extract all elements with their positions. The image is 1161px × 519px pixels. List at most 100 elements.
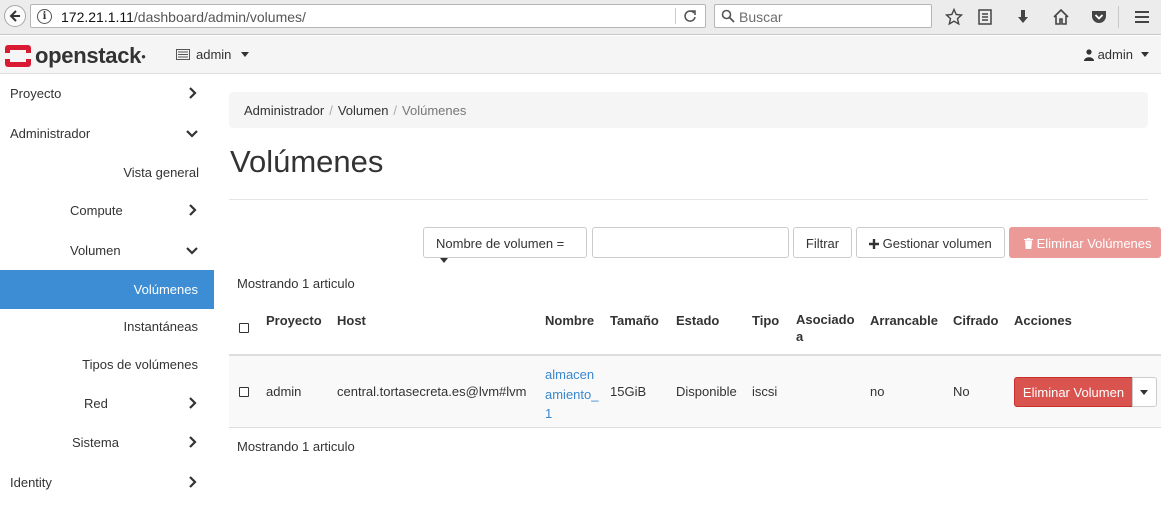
- address-bar[interactable]: i 172.21.1.11/dashboard/admin/volumes/: [30, 4, 706, 28]
- delete-volumes-button[interactable]: Eliminar Volúmenes: [1009, 227, 1161, 258]
- project-selector[interactable]: admin: [176, 47, 250, 62]
- sidebar-item-vista-general[interactable]: Vista general: [0, 154, 214, 191]
- page-title: Volúmenes: [230, 144, 384, 179]
- logo-trademark: ●: [141, 51, 146, 61]
- info-icon[interactable]: i: [37, 9, 52, 24]
- delete-volume-button[interactable]: Eliminar Volumen: [1014, 377, 1133, 407]
- project-name: admin: [196, 47, 232, 62]
- trash-icon: [1024, 237, 1033, 249]
- url-host: 172.21.1.11: [61, 9, 134, 25]
- title-divider: [229, 199, 1148, 200]
- select-all-checkbox[interactable]: [239, 323, 249, 333]
- sidebar-item-label: Red: [84, 396, 108, 411]
- row-checkbox[interactable]: [239, 387, 249, 397]
- bookmark-star-icon[interactable]: [943, 6, 965, 28]
- column-header-proyecto[interactable]: Proyecto: [266, 312, 322, 329]
- openstack-logo[interactable]: openstack ●: [4, 43, 146, 69]
- browser-toolbar: i 172.21.1.11/dashboard/admin/volumes/ B…: [0, 0, 1161, 35]
- sidebar-item-label: Volúmenes: [133, 282, 198, 297]
- breadcrumb-item-administrador[interactable]: Administrador: [244, 103, 324, 118]
- column-header-tamano[interactable]: Tamaño: [610, 312, 659, 329]
- toolbar-divider: [1118, 6, 1119, 28]
- openstack-header: openstack ● admin admin: [0, 36, 1161, 74]
- chevron-down-icon: [1141, 52, 1149, 57]
- sidebar-item-compute[interactable]: Compute: [0, 192, 214, 229]
- chevron-right-icon: [189, 87, 197, 99]
- column-header-asociado[interactable]: Asociado a: [796, 311, 858, 345]
- project-icon: [176, 49, 190, 60]
- plus-icon: [869, 239, 879, 249]
- filter-input[interactable]: [592, 227, 789, 258]
- cell-proyecto: admin: [266, 384, 302, 399]
- logo-text: openstack: [35, 43, 142, 68]
- download-icon[interactable]: [1012, 6, 1034, 28]
- sidebar-item-proyecto[interactable]: Proyecto: [0, 75, 214, 112]
- sidebar: Proyecto Administrador Vista general Com…: [0, 75, 214, 519]
- url-text[interactable]: 172.21.1.11/dashboard/admin/volumes/: [61, 9, 306, 25]
- column-header-host[interactable]: Host: [337, 312, 366, 329]
- item-count-top: Mostrando 1 articulo: [237, 276, 355, 291]
- openstack-logo-icon: [5, 45, 31, 67]
- chevron-down-icon: [186, 130, 198, 138]
- sidebar-item-instantaneas[interactable]: Instantáneas: [0, 308, 214, 345]
- manage-volume-button[interactable]: Gestionar volumen: [856, 227, 1005, 258]
- breadcrumb-item-current: Volúmenes: [402, 103, 467, 118]
- chevron-down-icon: [186, 247, 198, 255]
- cell-estado: Disponible: [676, 384, 737, 399]
- chevron-right-icon: [189, 476, 197, 488]
- reader-list-icon[interactable]: [974, 6, 996, 28]
- cell-arrancable: no: [870, 384, 885, 399]
- search-icon: [721, 9, 735, 23]
- chevron-right-icon: [189, 204, 197, 216]
- breadcrumb-separator: /: [329, 103, 333, 118]
- url-path: /dashboard/admin/volumes/: [133, 9, 306, 25]
- volume-name-link[interactable]: almacenamiento_1: [545, 365, 601, 424]
- pocket-icon[interactable]: [1088, 6, 1110, 28]
- sidebar-item-red[interactable]: Red: [0, 385, 214, 422]
- sidebar-item-label: Tipos de volúmenes: [82, 357, 198, 372]
- sidebar-item-label: Sistema: [72, 435, 119, 450]
- sidebar-item-label: Proyecto: [10, 86, 62, 101]
- chevron-down-icon: [1140, 390, 1148, 395]
- user-menu[interactable]: admin: [1083, 47, 1149, 62]
- sidebar-item-volumen[interactable]: Volumen: [0, 232, 214, 269]
- cell-cifrado: No: [953, 384, 970, 399]
- sidebar-item-label: Administrador: [10, 126, 91, 141]
- chevron-right-icon: [189, 397, 197, 409]
- cell-host: central.tortasecreta.es@lvm#lvm: [337, 384, 527, 399]
- column-header-nombre[interactable]: Nombre: [545, 312, 594, 329]
- column-header-cifrado[interactable]: Cifrado: [953, 312, 999, 329]
- breadcrumb-separator: /: [393, 103, 398, 118]
- browser-search-field[interactable]: Buscar: [714, 4, 932, 28]
- column-header-acciones: Acciones: [1014, 313, 1072, 328]
- sidebar-item-label: Compute: [70, 203, 123, 218]
- column-header-tipo[interactable]: Tipo: [752, 312, 779, 329]
- breadcrumb-item-volumen[interactable]: Volumen: [338, 103, 389, 118]
- row-actions-dropdown[interactable]: [1132, 377, 1157, 407]
- cell-tamano: 15GiB: [610, 384, 647, 399]
- user-icon: [1083, 48, 1094, 61]
- column-header-arrancable[interactable]: Arrancable: [870, 312, 938, 329]
- home-icon[interactable]: [1050, 6, 1072, 28]
- chevron-down-icon: [241, 52, 250, 57]
- filter-button[interactable]: Filtrar: [793, 227, 852, 258]
- filter-field-select[interactable]: Nombre de volumen =: [423, 227, 587, 263]
- sidebar-item-administrador[interactable]: Administrador: [0, 115, 214, 152]
- chevron-right-icon: [189, 436, 197, 448]
- sidebar-item-volumenes[interactable]: Volúmenes: [0, 270, 214, 309]
- hamburger-menu-icon[interactable]: [1131, 6, 1153, 28]
- sidebar-item-label: Vista general: [123, 165, 199, 180]
- item-count-bottom: Mostrando 1 articulo: [237, 439, 355, 454]
- reload-icon[interactable]: [681, 7, 699, 25]
- sidebar-item-tipos-de-volumenes[interactable]: Tipos de volúmenes: [0, 346, 214, 383]
- manage-volume-label: Gestionar volumen: [882, 236, 992, 251]
- cell-tipo: iscsi: [752, 384, 778, 399]
- chevron-down-icon: [440, 258, 448, 263]
- sidebar-item-identity[interactable]: Identity: [0, 464, 214, 501]
- sidebar-item-label: Volumen: [70, 243, 121, 258]
- sidebar-item-sistema[interactable]: Sistema: [0, 424, 214, 461]
- sidebar-item-label: Instantáneas: [123, 319, 198, 334]
- filter-field-label: Nombre de volumen =: [436, 236, 565, 251]
- column-header-estado[interactable]: Estado: [676, 312, 719, 329]
- back-button[interactable]: [4, 5, 26, 27]
